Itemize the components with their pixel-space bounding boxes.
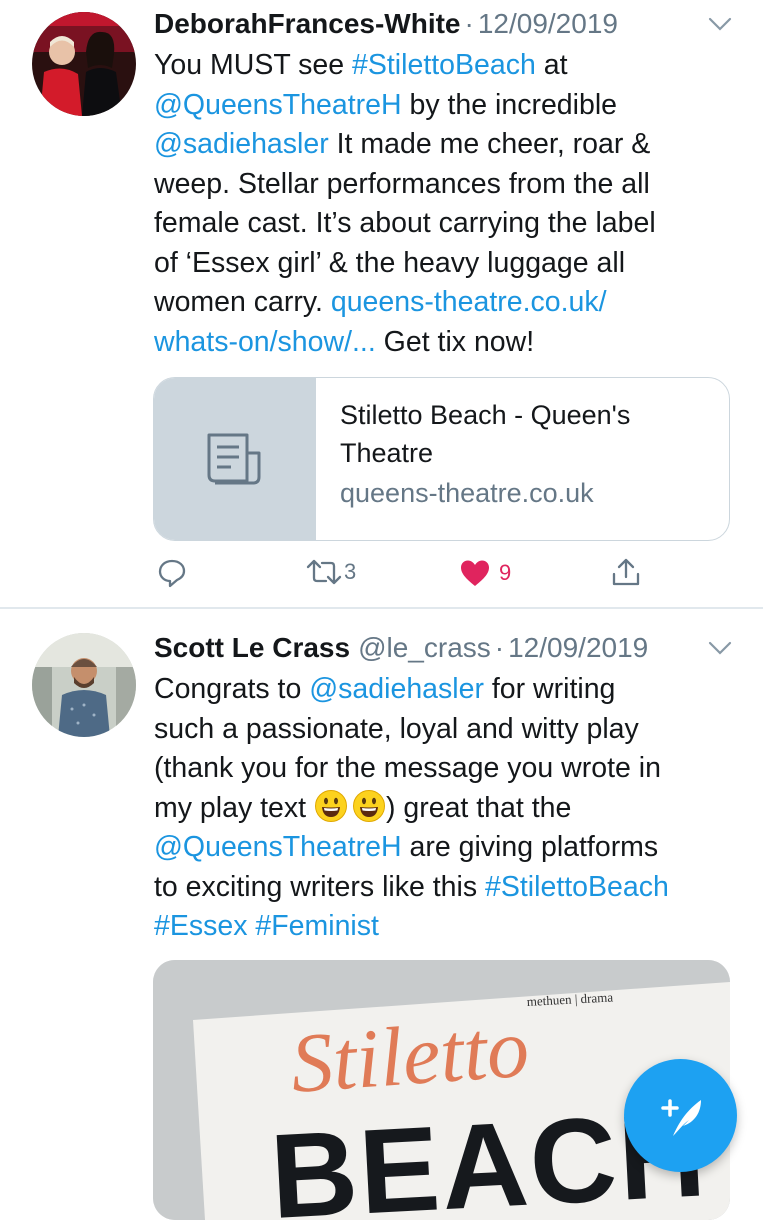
text-span: are giving platforms (401, 831, 659, 863)
avatar[interactable] (32, 12, 136, 116)
text-line: @QueensTheatreH are giving platforms (154, 828, 739, 868)
document-icon (207, 433, 261, 485)
heart-filled-icon (461, 560, 489, 586)
display-name[interactable]: DeborahFrances-White (154, 8, 461, 40)
mention-link[interactable]: @sadiehasler (154, 128, 329, 160)
share-icon (612, 558, 640, 586)
text-span: You MUST see (154, 49, 353, 81)
text-span: by the incredible (401, 88, 618, 121)
text-span: my play text (154, 791, 314, 824)
text-span: to exciting writers like this (154, 870, 486, 903)
mention-link[interactable]: @QueensTheatreH (154, 89, 402, 121)
tweet-date[interactable]: 12/09/2019 (478, 8, 618, 40)
tweet-header: DeborahFrances-White · 12/09/2019 (154, 4, 733, 44)
tweet-text: Congrats to @sadiehasler for writing suc… (154, 670, 739, 947)
user-handle[interactable]: @le_crass (358, 632, 491, 664)
reply-button[interactable] (157, 558, 187, 588)
card-title: Stiletto Beach - Queen's Theatre (340, 400, 631, 468)
text-span: women carry. (154, 286, 331, 318)
text-span: for writing (483, 673, 616, 705)
text-line: Congrats to @sadiehasler for writing (154, 670, 739, 710)
grinning-face-emoji-icon (314, 789, 347, 822)
hashtag-link[interactable]: #StilettoBeach (485, 871, 669, 903)
text-line: women carry. queens-theatre.co.uk/ (154, 283, 739, 323)
tweet-date[interactable]: 12/09/2019 (508, 632, 648, 664)
chevron-down-icon[interactable] (707, 14, 733, 34)
compose-tweet-button[interactable] (624, 1059, 737, 1172)
card-thumbnail (154, 378, 316, 540)
tweet-actions: 3 9 (0, 556, 763, 596)
text-line: (thank you for the message you wrote in (154, 752, 661, 784)
text-line: #Essex #Feminist (154, 907, 739, 947)
text-line: @sadiehasler It made me cheer, roar & (154, 125, 739, 165)
like-count: 9 (499, 560, 512, 585)
text-span: It made me cheer, roar & (328, 128, 651, 160)
separator: · (464, 8, 474, 39)
retweet-button[interactable]: 3 (306, 558, 356, 586)
card-domain: queens-theatre.co.uk (340, 478, 594, 508)
text-line: weep. Stellar performances from the all (154, 167, 650, 200)
retweet-count: 3 (344, 559, 357, 584)
like-button[interactable]: 9 (459, 558, 511, 588)
text-line: of ‘Essex girl’ & the heavy luggage all (154, 246, 626, 279)
text-span: Get tix now! (375, 325, 535, 358)
url-link[interactable]: whats-on/show/... (154, 326, 376, 358)
separator: · (494, 632, 505, 663)
display-name[interactable]: Scott Le Crass (154, 632, 350, 664)
text-line: such a passionate, loyal and witty play (154, 712, 639, 745)
text-line: female cast. It’s about carrying the lab… (154, 207, 656, 239)
book-title-script: Stiletto (288, 1002, 532, 1111)
hashtag-link[interactable]: #Feminist (255, 910, 379, 942)
grinning-face-emoji-icon (352, 789, 385, 822)
hashtag-link[interactable]: #StilettoBeach (352, 49, 536, 81)
hashtag-link[interactable]: #Essex (154, 910, 247, 942)
text-span: ) great that the (385, 791, 572, 824)
text-line: You MUST see #StilettoBeach at (154, 46, 739, 86)
link-card[interactable]: Stiletto Beach - Queen's Theatre queens-… (153, 377, 730, 541)
share-button[interactable] (610, 556, 642, 588)
tweet-header: Scott Le Crass @le_crass · 12/09/2019 (154, 628, 733, 668)
mention-link[interactable]: @QueensTheatreH (154, 831, 402, 863)
text-span: at (535, 49, 568, 81)
text-line: whats-on/show/... Get tix now! (154, 323, 739, 363)
retweet-icon (306, 559, 342, 585)
text-line: to exciting writers like this #StilettoB… (154, 868, 739, 908)
tweet-text: You MUST see #StilettoBeach at @QueensTh… (154, 46, 739, 362)
tweet-deborah[interactable]: DeborahFrances-White · 12/09/2019 You MU… (0, 0, 763, 609)
chevron-down-icon[interactable] (707, 638, 733, 658)
compose-feather-icon (660, 1098, 701, 1136)
url-link[interactable]: queens-theatre.co.uk/ (331, 286, 607, 318)
text-line: @QueensTheatreH by the incredible (154, 86, 739, 126)
text-span: Congrats to (154, 673, 310, 705)
text-line: my play text ) great that the (154, 789, 739, 829)
avatar[interactable] (32, 633, 136, 737)
reply-icon (158, 559, 186, 588)
mention-link[interactable]: @sadiehasler (309, 673, 484, 705)
